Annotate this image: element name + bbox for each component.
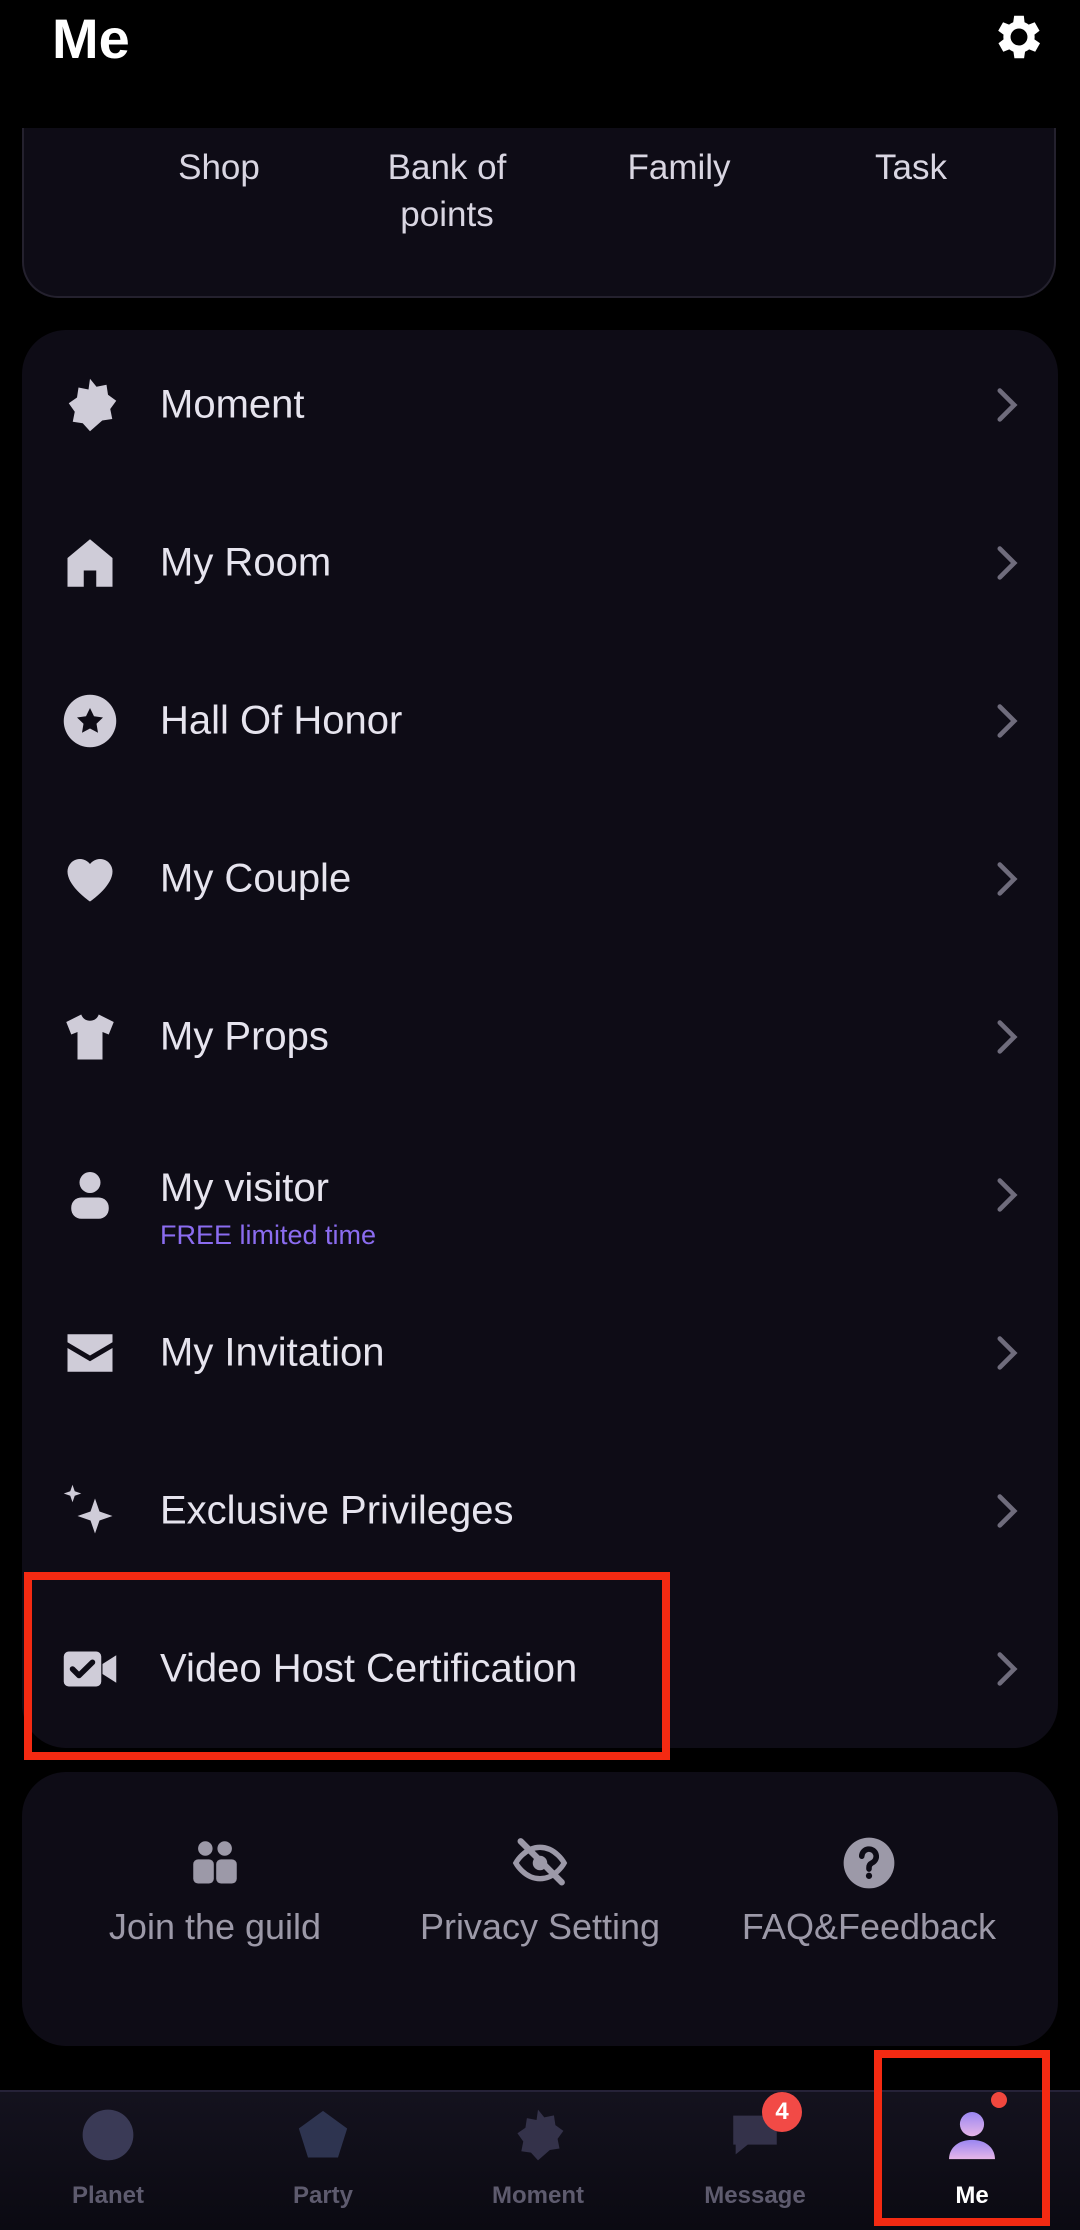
page-title: Me [52, 7, 130, 70]
question-icon [843, 1837, 895, 1889]
chat-icon: 4 [726, 2092, 802, 2164]
chevron-right-icon [997, 862, 1018, 896]
menu-item-label: My Couple [160, 856, 352, 901]
shortcut-task[interactable]: Task [796, 144, 1026, 191]
eye-off-icon [512, 1838, 568, 1886]
message-badge: 4 [762, 2092, 802, 2132]
menu-item-label: My visitor [160, 1166, 329, 1210]
tab-label: Moment [492, 2182, 584, 2209]
free-limited-time-label: FREE limited time [160, 1220, 377, 1250]
guild-icon [193, 1841, 237, 1884]
planet-icon [79, 2106, 137, 2164]
moment-badge-icon [68, 378, 117, 432]
tab-label: Planet [71, 2182, 145, 2209]
shortcuts-card: Shop Bank of points Family Task [22, 128, 1056, 298]
highlight-box [874, 2050, 1050, 2226]
menu-item-my-props[interactable]: My Props [22, 962, 1058, 1112]
menu-item-hall-of-honor[interactable]: Hall Of Honor [22, 646, 1058, 796]
chevron-right-icon [997, 1178, 1018, 1212]
tab-planet[interactable]: Planet [8, 2106, 208, 2210]
menu-card: Moment My Room Hall Of Honor My Couple M… [22, 330, 1058, 1748]
tab-message[interactable]: 4 Message [655, 2092, 855, 2210]
shortcut-shop[interactable]: Shop [104, 144, 334, 191]
privacy-setting-button[interactable]: Privacy Setting [375, 1834, 705, 1948]
home-icon [67, 539, 113, 587]
tool-label: Join the guild [108, 1906, 322, 1947]
menu-item-my-couple[interactable]: My Couple [22, 804, 1058, 954]
menu-item-label: Exclusive Privileges [160, 1488, 514, 1533]
moment-badge-icon [509, 2106, 567, 2164]
faq-feedback-button[interactable]: FAQ&Feedback [704, 1834, 1034, 1948]
tab-label: Message [704, 2182, 806, 2209]
tools-card: Join the guild Privacy Setting FAQ&Feedb… [22, 1772, 1058, 2046]
chevron-right-icon [997, 1652, 1018, 1686]
gear-icon[interactable] [990, 8, 1048, 66]
menu-item-exclusive-privileges[interactable]: Exclusive Privileges [22, 1436, 1058, 1586]
envelope-icon [67, 1334, 113, 1372]
menu-item-my-visitor[interactable]: My visitor FREE limited time [22, 1120, 1058, 1270]
menu-item-label: My Invitation [160, 1330, 385, 1375]
header: Me [0, 0, 1080, 110]
menu-item-moment[interactable]: Moment [22, 330, 1058, 480]
tool-label: Privacy Setting [419, 1906, 661, 1947]
chevron-right-icon [997, 704, 1018, 738]
tab-moment[interactable]: Moment [438, 2106, 638, 2210]
tshirt-icon [66, 1014, 114, 1060]
heart-icon [67, 859, 113, 902]
tab-label: Party [292, 2182, 354, 2209]
menu-item-label: Hall Of Honor [160, 698, 403, 743]
person-icon [71, 1172, 109, 1219]
menu-item-label: My Room [160, 540, 332, 585]
chevron-right-icon [997, 1494, 1018, 1528]
menu-item-my-invitation[interactable]: My Invitation [22, 1278, 1058, 1428]
menu-item-label: My Props [160, 1014, 329, 1059]
chevron-right-icon [997, 546, 1018, 580]
tab-party[interactable]: Party [223, 2106, 423, 2210]
chevron-right-icon [997, 1020, 1018, 1054]
pentagon-icon [294, 2106, 352, 2164]
chevron-right-icon [997, 388, 1018, 422]
highlight-box [24, 1572, 670, 1760]
star-medal-icon [63, 694, 117, 748]
menu-item-label: Moment [160, 382, 305, 427]
join-guild-button[interactable]: Join the guild [50, 1834, 380, 1948]
chevron-right-icon [997, 1336, 1018, 1370]
shortcut-family[interactable]: Family [564, 144, 794, 191]
tool-label: FAQ&Feedback [741, 1906, 997, 1947]
menu-item-my-room[interactable]: My Room [22, 488, 1058, 638]
sparkle-icon [63, 1484, 113, 1534]
shortcut-bank-of-points[interactable]: Bank of points [332, 144, 562, 238]
